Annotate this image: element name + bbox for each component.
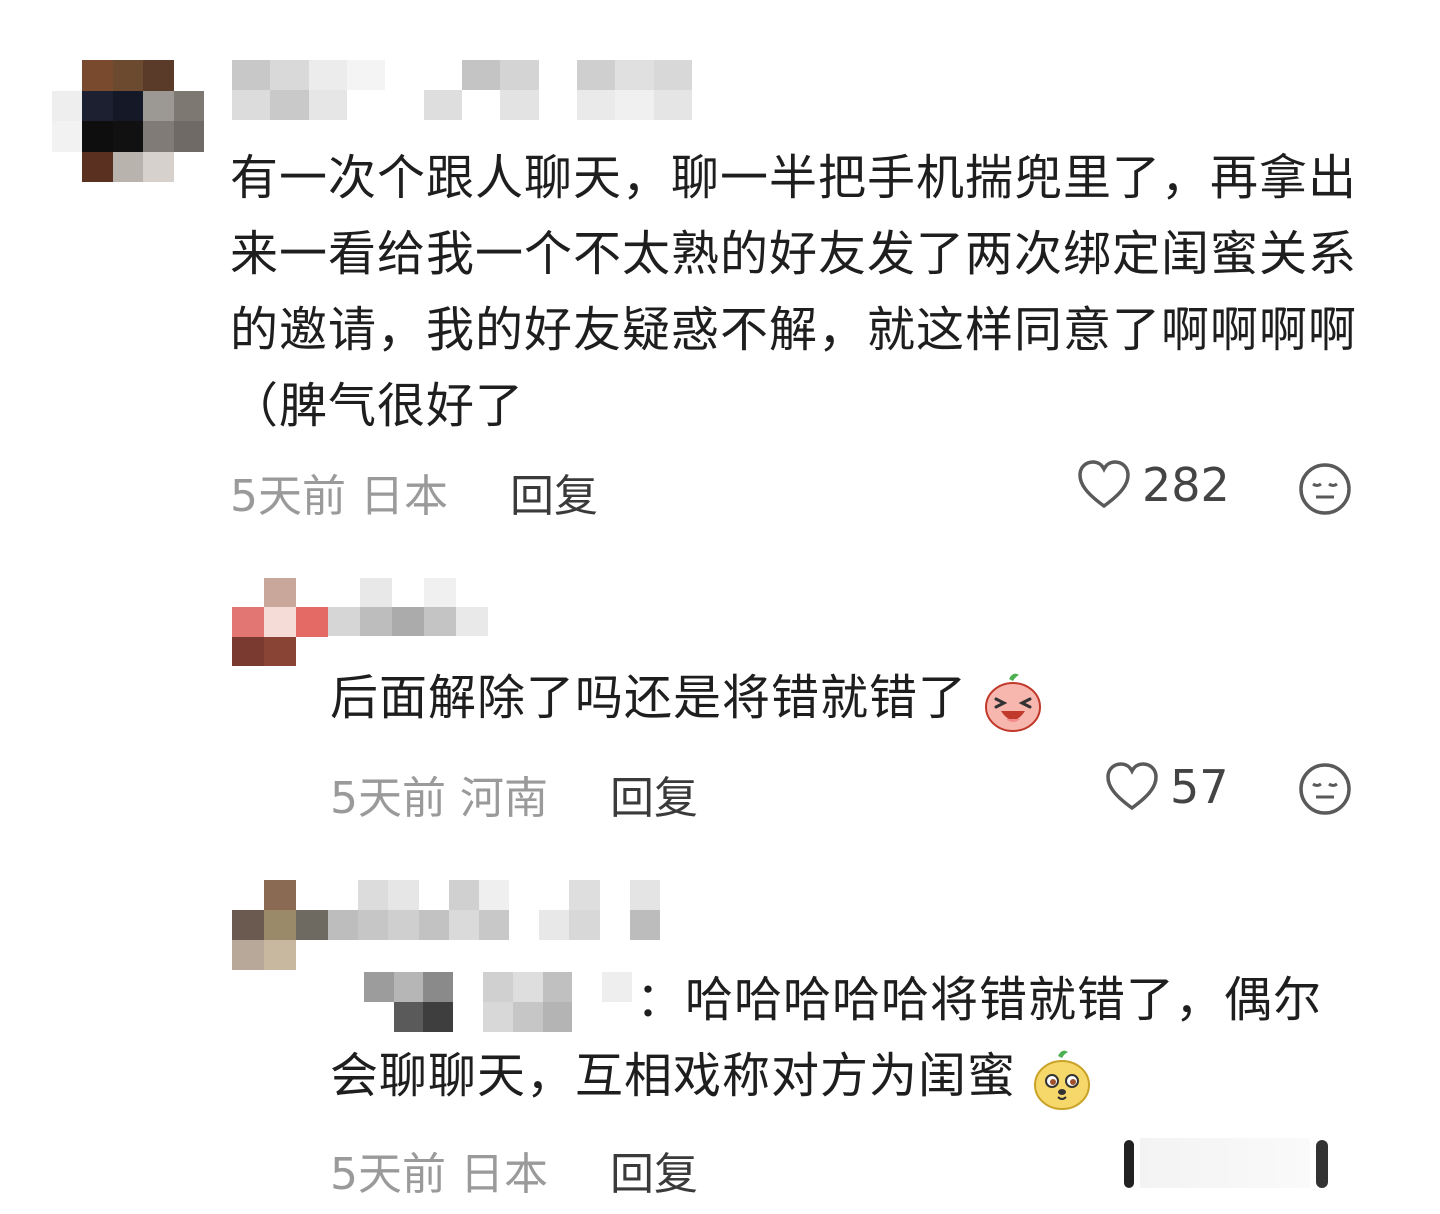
comment-time: 5天前 bbox=[330, 773, 446, 824]
meh-face-icon[interactable] bbox=[1298, 762, 1352, 816]
comment-text: ：哈哈哈哈哈将错就错了，偶尔会聊聊天，互相戏称对方为闺蜜 bbox=[330, 962, 1370, 1114]
meh-face-icon[interactable] bbox=[1298, 462, 1352, 516]
comment-location: 河南 bbox=[460, 773, 548, 824]
comment-meta: 5天前 日本 bbox=[330, 1138, 548, 1202]
comment-time: 5天前 bbox=[230, 471, 346, 522]
comment-meta: 5天前 河南 bbox=[330, 762, 548, 826]
comment-text-content: 哈哈哈哈哈将错就错了，偶尔会聊聊天，互相戏称对方为闺蜜 bbox=[330, 972, 1323, 1104]
username-blurred[interactable] bbox=[232, 60, 692, 120]
comment-time: 5天前 bbox=[330, 1149, 446, 1200]
quote-colon: ： bbox=[636, 972, 686, 1028]
avatar[interactable] bbox=[232, 578, 328, 666]
like-button[interactable]: 282 bbox=[1076, 458, 1230, 512]
reply-button[interactable]: 回复 bbox=[510, 460, 598, 524]
like-count: 57 bbox=[1170, 760, 1229, 814]
like-count: 282 bbox=[1142, 458, 1230, 512]
comment-text: 有一次个跟人聊天，聊一半把手机揣兜里了，再拿出来一看给我一个不太熟的好友发了两次… bbox=[230, 150, 1358, 434]
reply-button[interactable]: 回复 bbox=[610, 1138, 698, 1202]
laughing-peach-emoji bbox=[985, 673, 1042, 732]
comment-location: 日本 bbox=[360, 471, 448, 522]
shy-yellow-emoji bbox=[1034, 1050, 1091, 1110]
reply-button[interactable]: 回复 bbox=[610, 762, 698, 826]
avatar[interactable] bbox=[52, 60, 204, 182]
bottom-icons-partial bbox=[1100, 1138, 1370, 1188]
like-button[interactable]: 57 bbox=[1104, 760, 1229, 814]
avatar[interactable] bbox=[232, 880, 328, 970]
username-blurred[interactable] bbox=[328, 578, 488, 636]
comment-location: 日本 bbox=[460, 1149, 548, 1200]
username-blurred[interactable] bbox=[328, 880, 660, 940]
comment-text: 后面解除了吗还是将错就错了 bbox=[330, 660, 1380, 736]
comment-text-content: 后面解除了吗还是将错就错了 bbox=[330, 670, 968, 726]
heart-outline-icon bbox=[1078, 460, 1130, 509]
heart-outline-icon bbox=[1106, 762, 1158, 811]
comment-meta: 5天前 日本 bbox=[230, 460, 448, 524]
